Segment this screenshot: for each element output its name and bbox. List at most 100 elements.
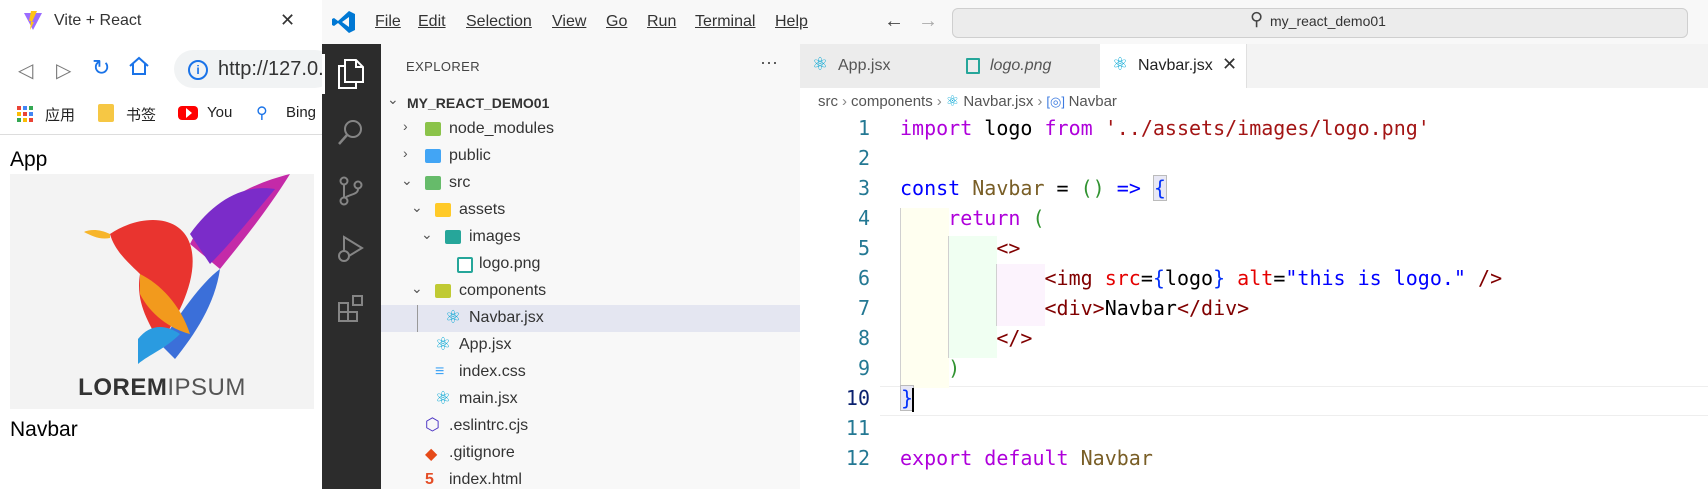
extensions-icon[interactable] [337, 294, 367, 324]
token: export [900, 446, 973, 470]
menu-terminal[interactable]: Terminal [695, 13, 755, 31]
chevron-right-icon: › [1037, 93, 1043, 110]
code-line[interactable]: <img src={logo} alt="this is logo." /> [900, 266, 1502, 290]
tree-item-index-html[interactable]: 5 index.html [381, 467, 800, 494]
vscode-logo-icon[interactable] [332, 10, 356, 34]
reload-icon[interactable]: ↻ [92, 55, 110, 81]
project-root[interactable]: ⌄ MY_REACT_DEMO01 [381, 89, 800, 116]
token: Navbar [1104, 296, 1177, 320]
line-number: 7 [857, 296, 870, 320]
home-icon[interactable] [128, 56, 150, 76]
tab-app-jsx[interactable]: ⚛ App.jsx [800, 44, 953, 88]
bookmark-folder[interactable]: 书签 [126, 104, 156, 125]
line-number: 4 [857, 206, 870, 230]
navbar-text: Navbar [10, 418, 78, 441]
folder-icon [425, 122, 441, 136]
code-line[interactable]: <> [900, 236, 1020, 260]
token: from [1044, 116, 1093, 140]
forward-icon[interactable]: ▷ [56, 58, 71, 83]
code-line[interactable]: export default Navbar [900, 446, 1153, 470]
menu-run[interactable]: Run [647, 13, 676, 31]
token: = [1044, 176, 1081, 200]
tree-item-navbar-jsx[interactable]: ⚛ Navbar.jsx [381, 305, 800, 332]
more-actions-icon[interactable]: ··· [760, 52, 778, 73]
tree-item-src[interactable]: ⌄ src [381, 170, 800, 197]
menu-file-label: File [375, 13, 401, 30]
activity-bar [322, 44, 381, 489]
code-line[interactable]: ) [900, 356, 960, 380]
browser-tab-title: Vite + React [54, 12, 142, 29]
token: } [1213, 266, 1226, 290]
tab-label: App.jsx [838, 57, 891, 74]
breadcrumb-item[interactable]: components [851, 93, 933, 110]
tree-item-logo-png[interactable]: logo.png [381, 251, 800, 278]
line-number: 8 [857, 326, 870, 350]
tree-item-label: node_modules [449, 120, 554, 137]
token: ) [900, 356, 961, 380]
tree-item-label: index.css [459, 363, 526, 380]
line-number: 11 [845, 416, 870, 440]
token: = [1273, 266, 1286, 290]
image-file-icon [457, 257, 473, 273]
tree-item-label: logo.png [479, 255, 541, 272]
browser-tab[interactable] [0, 0, 322, 44]
tab-logo-png[interactable]: logo.png [952, 44, 1101, 88]
close-tab-icon[interactable]: ✕ [280, 10, 295, 31]
tree-item-node-modules[interactable]: › node_modules [381, 116, 800, 143]
search-icon[interactable] [337, 118, 365, 146]
menu-selection[interactable]: Selection [466, 13, 532, 31]
breadcrumb-item[interactable]: Navbar.jsx [963, 93, 1033, 110]
tree-item-main-jsx[interactable]: ⚛ main.jsx [381, 386, 800, 413]
logo-wordmark: LOREMIPSUM [10, 374, 314, 402]
chevron-right-icon: › [936, 93, 942, 110]
bookmark-bing[interactable]: Bing [286, 104, 316, 121]
bookmark-youtube[interactable]: You [207, 104, 232, 121]
image-file-icon [966, 58, 980, 74]
chevron-down-icon: ⌄ [411, 199, 423, 215]
vite-icon [24, 11, 42, 30]
menu-view[interactable]: View [552, 13, 586, 31]
logo-word-ipsum: IPSUM [167, 374, 246, 401]
folder-open-icon [445, 230, 461, 244]
menu-edit[interactable]: Edit [418, 13, 446, 31]
bird-logo-graphic [84, 174, 290, 364]
tree-item-index-css[interactable]: ≡ index.css [381, 359, 800, 386]
tree-item-label: App.jsx [459, 336, 512, 353]
run-debug-icon[interactable] [336, 234, 366, 264]
breadcrumb-item[interactable]: Navbar [1069, 93, 1117, 110]
nav-back-icon[interactable]: ← [884, 10, 904, 33]
menu-go[interactable]: Go [606, 13, 627, 31]
breadcrumb-item[interactable]: src [818, 93, 838, 110]
tree-item-images[interactable]: ⌄ images [381, 224, 800, 251]
code-line[interactable]: import logo from '../assets/images/logo.… [900, 116, 1430, 140]
apps-grid-icon[interactable] [17, 106, 33, 122]
close-icon[interactable]: ✕ [1222, 54, 1237, 75]
code-line[interactable]: return ( [900, 206, 1044, 230]
explorer-icon[interactable] [336, 58, 366, 90]
folder-open-icon [435, 284, 451, 298]
code-line[interactable]: const Navbar = () => { [900, 175, 1167, 201]
menu-help[interactable]: Help [775, 13, 808, 31]
tree-item-label: .gitignore [449, 444, 515, 461]
tree-item-public[interactable]: › public [381, 143, 800, 170]
menu-file[interactable]: File [375, 13, 401, 31]
code-line[interactable]: </> [900, 326, 1032, 350]
code-line[interactable]: <div>Navbar</div> [900, 296, 1249, 320]
code-line[interactable]: } [900, 385, 915, 412]
token: => [1104, 176, 1153, 200]
source-control-icon[interactable] [337, 176, 365, 206]
tree-item-eslintrc[interactable]: ⬡ .eslintrc.cjs [381, 413, 800, 440]
indent-guide [417, 305, 418, 332]
tree-item-gitignore[interactable]: ◆ .gitignore [381, 440, 800, 467]
nav-forward-icon[interactable]: → [918, 10, 938, 33]
info-icon[interactable]: i [188, 60, 208, 80]
css-icon: ≡ [435, 363, 445, 380]
current-line-highlight [880, 386, 1708, 416]
tree-item-assets[interactable]: ⌄ assets [381, 197, 800, 224]
token: { [1152, 266, 1165, 290]
back-icon[interactable]: ◁ [18, 58, 33, 83]
tree-item-app-jsx[interactable]: ⚛ App.jsx [381, 332, 800, 359]
tree-item-components[interactable]: ⌄ components [381, 278, 800, 305]
bookmark-apps[interactable]: 应用 [45, 104, 75, 125]
tab-navbar-jsx[interactable]: ⚛ Navbar.jsx ✕ [1100, 44, 1247, 88]
